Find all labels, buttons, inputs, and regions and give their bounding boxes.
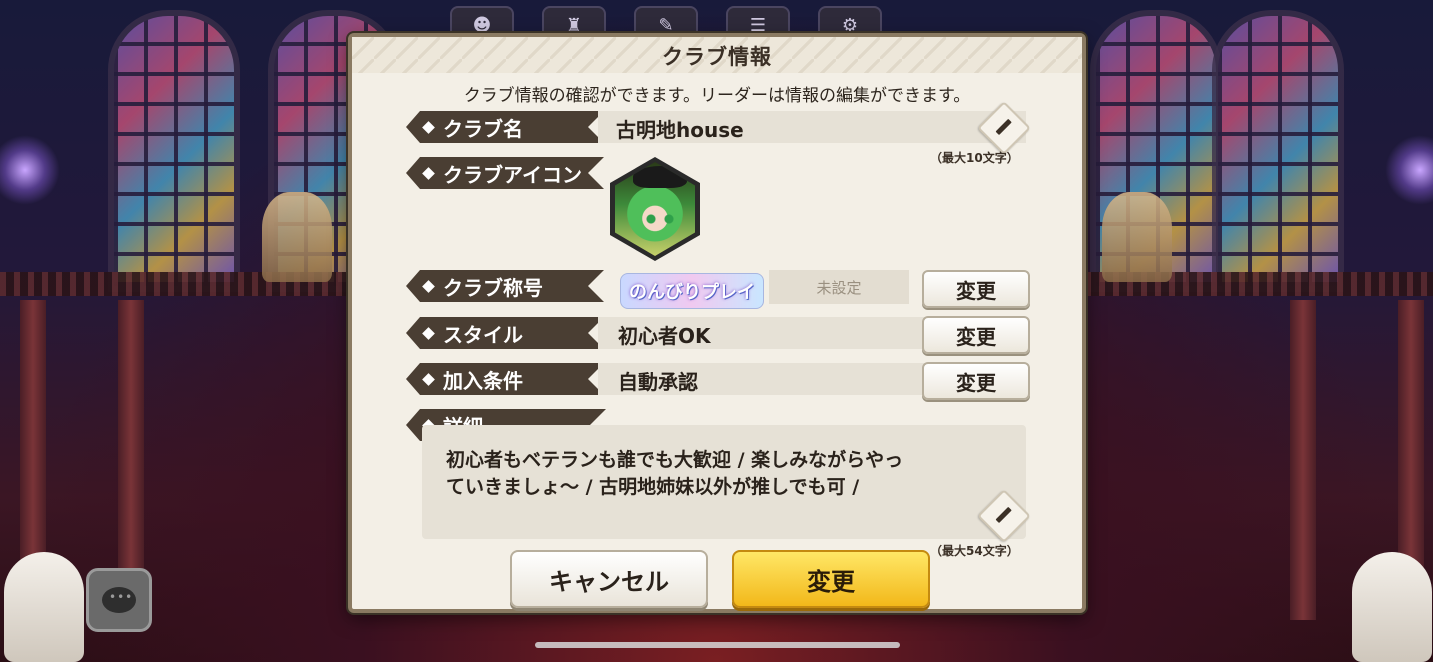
details-limit: （最大54文字） (930, 544, 1019, 558)
diamond-icon (422, 373, 435, 386)
details-textarea[interactable]: 初心者もベテランも誰でも大歓迎 / 楽しみながらやっ ていきましょ～ / 古明地… (422, 425, 1026, 539)
club-title-status: 未設定 (769, 270, 909, 304)
club-title-label: クラブ称号 (406, 270, 604, 302)
join-condition-label: 加入条件 (406, 363, 604, 395)
style-label: スタイル (406, 317, 604, 349)
change-join-condition-button[interactable]: 変更 (922, 362, 1030, 400)
club-name-label: クラブ名 (406, 111, 604, 143)
style-value: 初心者OK (618, 324, 711, 348)
diamond-icon (422, 327, 435, 340)
diamond-icon (422, 167, 435, 180)
stained-glass-window (108, 10, 240, 292)
lamp-glow (1385, 135, 1433, 205)
home-indicator[interactable] (535, 642, 900, 648)
statue (1102, 192, 1172, 282)
dialog-title: クラブ情報 (662, 45, 772, 69)
statue (262, 192, 332, 282)
club-icon-label: クラブアイコン (406, 157, 604, 189)
club-title-badge: のんびりプレイ (620, 273, 764, 309)
cancel-button[interactable]: キャンセル (510, 550, 708, 608)
chat-icon (102, 587, 136, 613)
details-text: 初心者もベテランも誰でも大歓迎 / 楽しみながらやっ ていきましょ～ / 古明地… (446, 449, 904, 498)
stained-glass-window (1212, 10, 1344, 292)
join-condition-value: 自動承認 (618, 370, 698, 394)
diamond-icon (422, 121, 435, 134)
dog-statue (4, 552, 84, 662)
change-style-button[interactable]: 変更 (922, 316, 1030, 354)
club-avatar-icon[interactable] (610, 157, 700, 261)
pillar (1290, 300, 1316, 620)
lamp-glow (0, 135, 60, 205)
edit-club-name-pencil-icon[interactable] (977, 101, 1031, 155)
dog-statue (1352, 552, 1432, 662)
diamond-icon (422, 280, 435, 293)
club-name-limit: （最大10文字） (930, 151, 1019, 165)
chat-button[interactable] (86, 568, 152, 632)
club-info-dialog: クラブ情報 クラブ情報の確認ができます。リーダーは情報の編集ができます。 クラブ… (348, 33, 1086, 613)
club-name-value: 古明地house (616, 118, 744, 142)
change-club-title-button[interactable]: 変更 (922, 270, 1030, 308)
dialog-description: クラブ情報の確認ができます。リーダーは情報の編集ができます。 (463, 86, 971, 106)
confirm-change-button[interactable]: 変更 (732, 550, 930, 608)
